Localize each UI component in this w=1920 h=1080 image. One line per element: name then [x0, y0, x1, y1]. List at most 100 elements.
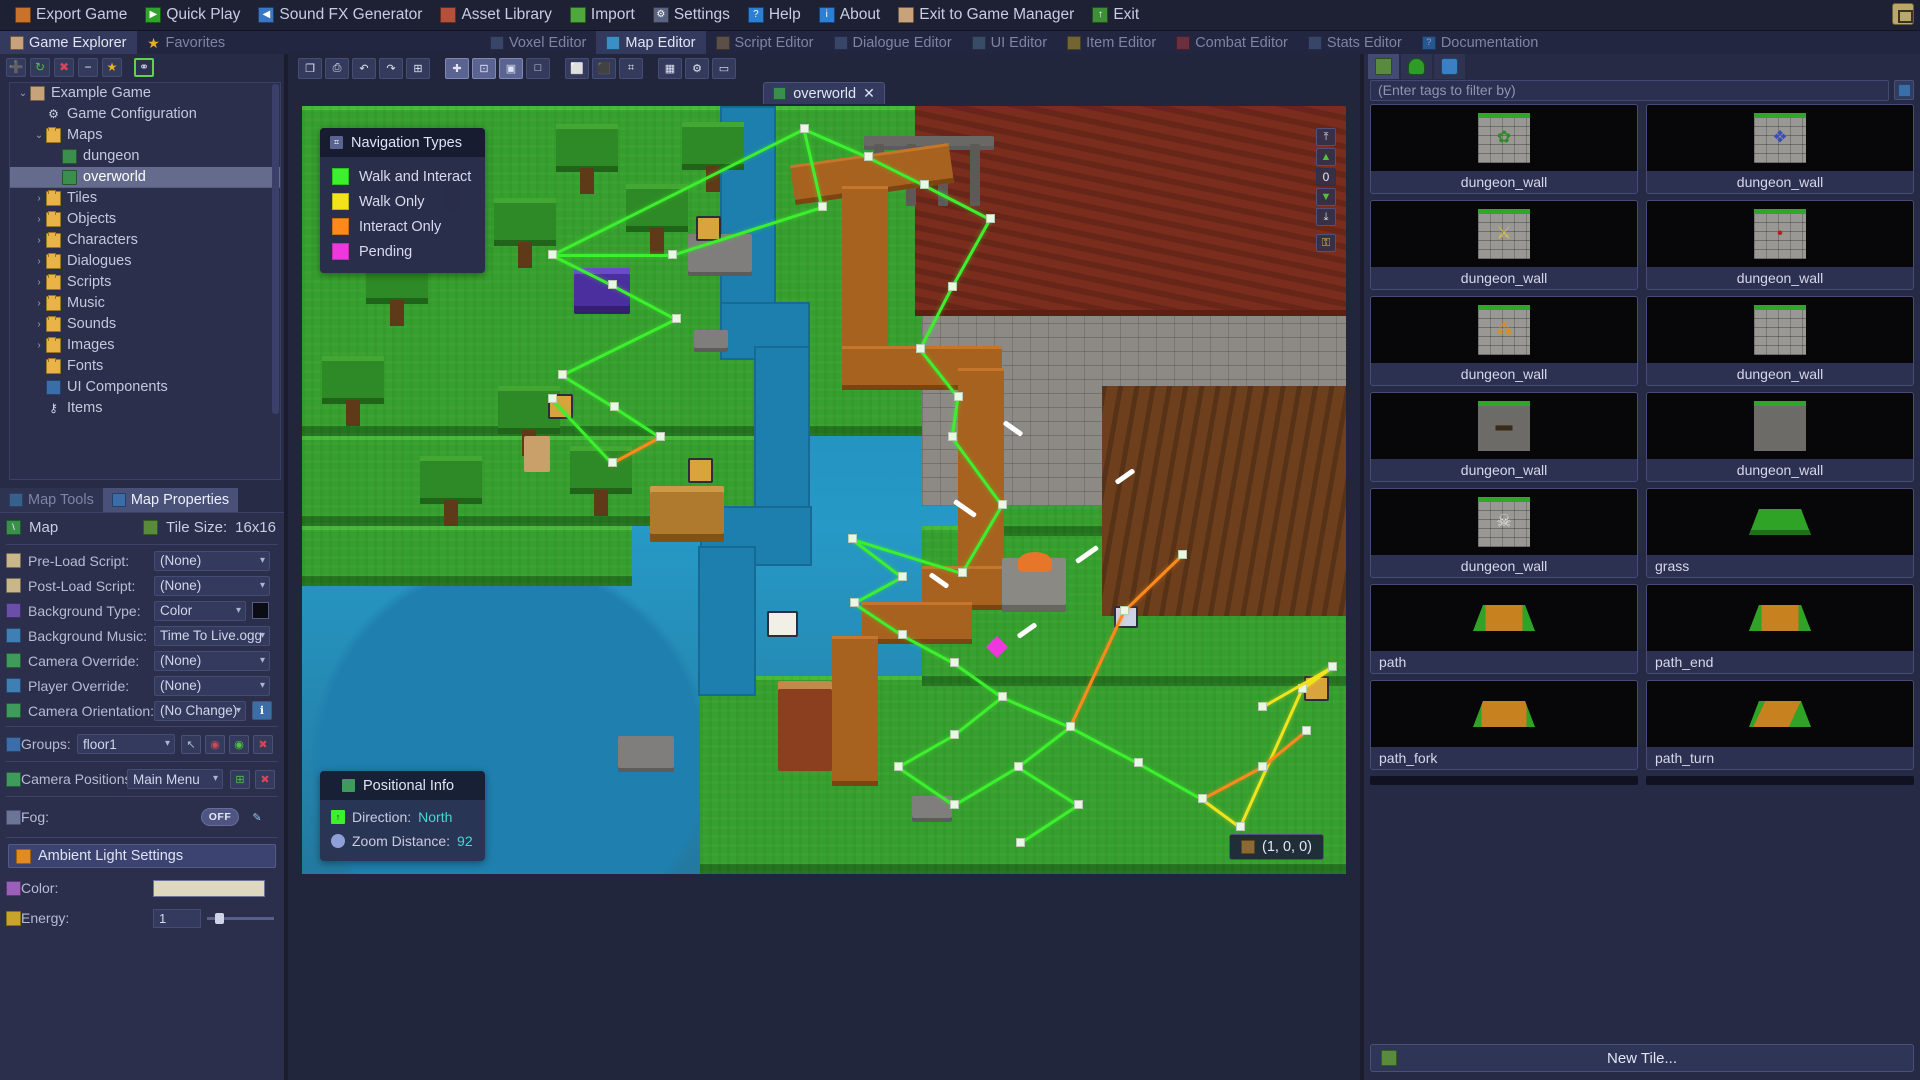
nav-node[interactable] [558, 370, 567, 379]
ambient-energy-slider[interactable] [207, 912, 274, 924]
property-dropdown[interactable]: (None) ▾ [154, 675, 270, 696]
tree-item-dialogues[interactable]: › Dialogues [10, 251, 280, 272]
nav-node[interactable] [950, 800, 959, 809]
help-tool-button[interactable]: ▭ [712, 57, 736, 79]
navigation-tool-button[interactable]: ⌗ [619, 57, 643, 79]
new-item-button[interactable]: ➕ [6, 57, 26, 77]
delete-button[interactable]: ✖ [54, 57, 74, 77]
paint-tool-button[interactable]: ▣ [499, 57, 523, 79]
tree-object[interactable] [420, 456, 482, 526]
tile-card[interactable]: ⚔ dungeon_wall [1370, 200, 1638, 290]
tab-map-editor[interactable]: Map Editor [596, 31, 706, 54]
undo-button[interactable]: ↶ [352, 57, 376, 79]
tab-item-editor[interactable]: Item Editor [1057, 31, 1166, 54]
camera-up-button[interactable]: ▲ [1316, 148, 1336, 166]
rock-object[interactable] [694, 330, 728, 352]
menu-item-import[interactable]: Import [561, 3, 644, 28]
property-dropdown[interactable]: (No Change) ▾ [154, 700, 246, 721]
tile-card[interactable]: ☠ dungeon_wall [1370, 488, 1638, 578]
nav-node[interactable] [986, 214, 995, 223]
nav-node[interactable] [818, 202, 827, 211]
nav-node[interactable] [668, 250, 677, 259]
map-settings-button[interactable]: ⚙ [685, 57, 709, 79]
tag-manager-button[interactable] [1894, 80, 1914, 100]
nav-node[interactable] [610, 402, 619, 411]
tab-voxel-editor[interactable]: Voxel Editor [480, 31, 596, 54]
favorite-button[interactable]: ★ [102, 57, 122, 77]
tab-stats-editor[interactable]: Stats Editor [1298, 31, 1412, 54]
menu-item-about[interactable]: i About [810, 3, 890, 28]
nav-node[interactable] [608, 280, 617, 289]
characters-tab[interactable] [1434, 54, 1465, 79]
tile-card[interactable]: • dungeon_wall [1646, 200, 1914, 290]
menu-item-sound-fx-generator[interactable]: ◀ Sound FX Generator [249, 3, 431, 28]
nav-node[interactable] [916, 344, 925, 353]
tile-card[interactable]: dungeon_wall [1646, 296, 1914, 386]
nav-node[interactable] [998, 692, 1007, 701]
save-as-button[interactable]: ⎙ [325, 57, 349, 79]
nav-node[interactable] [1258, 702, 1267, 711]
delete-group-button[interactable]: ✖ [253, 734, 273, 754]
grid-settings-button[interactable]: ▦ [658, 57, 682, 79]
tile-card[interactable]: grass [1646, 488, 1914, 578]
layer-down-button[interactable]: ⬛ [592, 57, 616, 79]
nav-node[interactable] [1120, 606, 1129, 615]
nav-node[interactable] [656, 432, 665, 441]
nav-node[interactable] [898, 630, 907, 639]
map-viewport-3d[interactable]: ⌗ Navigation Types Walk and Interact Walk… [302, 106, 1346, 874]
select-group-button[interactable]: ↖ [181, 734, 201, 754]
nav-node[interactable] [608, 458, 617, 467]
tile-card[interactable]: path [1370, 584, 1638, 674]
tree-item-scripts[interactable]: › Scripts [10, 272, 280, 293]
nav-node[interactable] [1066, 722, 1075, 731]
nav-node[interactable] [1302, 726, 1311, 735]
tile-card[interactable]: ⁂ dungeon_wall [1370, 296, 1638, 386]
refresh-button[interactable]: ↻ [30, 57, 50, 77]
tree-item-music[interactable]: › Music [10, 293, 280, 314]
tree-item-items[interactable]: ⚷ Items [10, 398, 280, 419]
nav-node[interactable] [548, 250, 557, 259]
tree-object[interactable] [626, 184, 688, 254]
nav-node[interactable] [1236, 822, 1245, 831]
nav-node[interactable] [898, 572, 907, 581]
fog-edit-button[interactable]: ✎ [247, 808, 267, 827]
game-explorer-tree[interactable]: ⌄ Example Game ⚙ Game Configuration ⌄ Maps dun… [9, 82, 281, 480]
property-dropdown[interactable]: (None) ▾ [154, 550, 270, 571]
nav-node[interactable] [848, 534, 857, 543]
tile-scroll-stub[interactable] [1370, 776, 1638, 785]
hide-group-button[interactable]: ◉ [205, 734, 225, 754]
nav-node[interactable] [800, 124, 809, 133]
collapse-button[interactable]: − [78, 57, 98, 77]
grid-toggle-button[interactable]: ⊞ [406, 57, 430, 79]
window-restore-button[interactable] [1892, 3, 1914, 25]
camera-down-button[interactable]: ▼ [1316, 188, 1336, 206]
fog-toggle[interactable]: OFF [201, 808, 239, 826]
tree-item-tiles[interactable]: › Tiles [10, 188, 280, 209]
ambient-light-header[interactable]: Ambient Light Settings [8, 844, 276, 868]
character-npc[interactable] [778, 681, 832, 771]
nav-node[interactable] [958, 568, 967, 577]
object-marker-icon[interactable] [688, 458, 713, 483]
nav-node[interactable] [1014, 762, 1023, 771]
tree-object[interactable] [682, 122, 744, 192]
tab-documentation[interactable]: ? Documentation [1412, 31, 1549, 54]
tree-item-overworld[interactable]: overworld [10, 167, 280, 188]
tree-scrollbar[interactable] [272, 84, 279, 414]
nav-node[interactable] [950, 730, 959, 739]
panel-tab-map-properties[interactable]: Map Properties [102, 488, 239, 512]
property-dropdown[interactable]: Color ▾ [154, 600, 246, 621]
nav-node[interactable] [1198, 794, 1207, 803]
nav-node[interactable] [850, 598, 859, 607]
menu-item-quick-play[interactable]: ▶ Quick Play [136, 3, 249, 28]
groups-dropdown[interactable]: floor1 ▾ [77, 734, 175, 754]
menu-item-exit-to-game-manager[interactable]: Exit to Game Manager [889, 3, 1083, 28]
tree-item-ui-components[interactable]: UI Components [10, 377, 280, 398]
nav-node[interactable] [672, 314, 681, 323]
tree-object[interactable] [556, 124, 618, 194]
property-dropdown[interactable]: Time To Live.ogg ▾ [154, 625, 270, 646]
camera-bottom-button[interactable]: ⤓ [1316, 208, 1336, 226]
tiles-tab[interactable] [1368, 54, 1399, 79]
tree-item-sounds[interactable]: › Sounds [10, 314, 280, 335]
camera-positions-dropdown[interactable]: Main Menu ▾ [127, 769, 223, 789]
tile-card[interactable]: ▬ dungeon_wall [1370, 392, 1638, 482]
